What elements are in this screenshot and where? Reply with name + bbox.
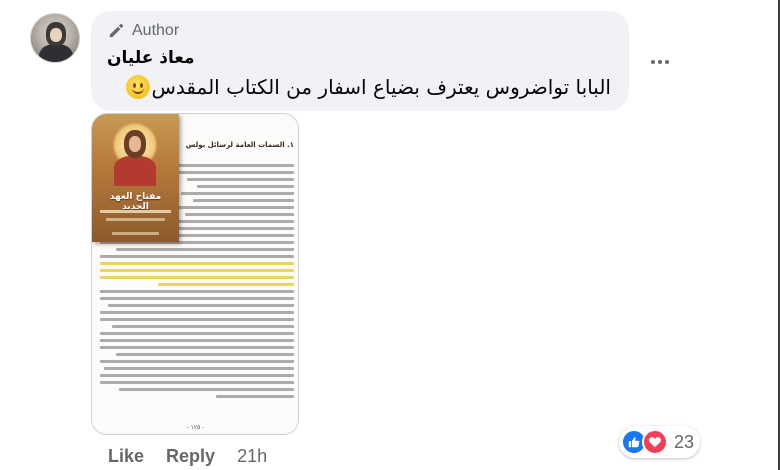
author-badge-label: Author — [132, 21, 180, 39]
comment-bubble: Author معاذ عليان البابا تواضروس يعترف ب… — [91, 11, 629, 111]
reaction-count: 23 — [674, 431, 695, 452]
author-badge: Author — [107, 21, 179, 40]
document-heading: ١. السمات العامة لرسائل بولس — [185, 141, 294, 149]
document-page-number: - ١٢٥ - — [187, 425, 205, 431]
dot-icon — [658, 60, 662, 64]
book-cover-image: مفتاح العهد الجديد — [92, 114, 179, 242]
timestamp[interactable]: 21h — [237, 446, 267, 467]
pencil-icon — [109, 23, 124, 38]
dot-icon — [651, 60, 655, 64]
comment-actions: Like Reply 21h — [108, 446, 267, 467]
comment-text-content: البابا تواضروس يعترف بضياع اسفار من الكت… — [151, 75, 612, 99]
reactions-summary[interactable]: 23 — [619, 426, 701, 458]
reply-button[interactable]: Reply — [166, 446, 215, 467]
author-name[interactable]: معاذ عليان — [107, 48, 195, 68]
love-icon — [642, 429, 668, 455]
smiley-emoji-icon — [125, 75, 150, 99]
more-options-button[interactable] — [646, 52, 674, 72]
like-button[interactable]: Like — [108, 446, 144, 467]
attached-image[interactable]: ١. السمات العامة لرسائل بولس - ١٢٥ - مفت… — [91, 113, 299, 435]
book-title: مفتاح العهد الجديد — [109, 192, 162, 212]
avatar[interactable] — [30, 13, 80, 63]
comment-text: البابا تواضروس يعترف بضياع اسفار من الكت… — [125, 75, 612, 99]
dot-icon — [665, 60, 669, 64]
